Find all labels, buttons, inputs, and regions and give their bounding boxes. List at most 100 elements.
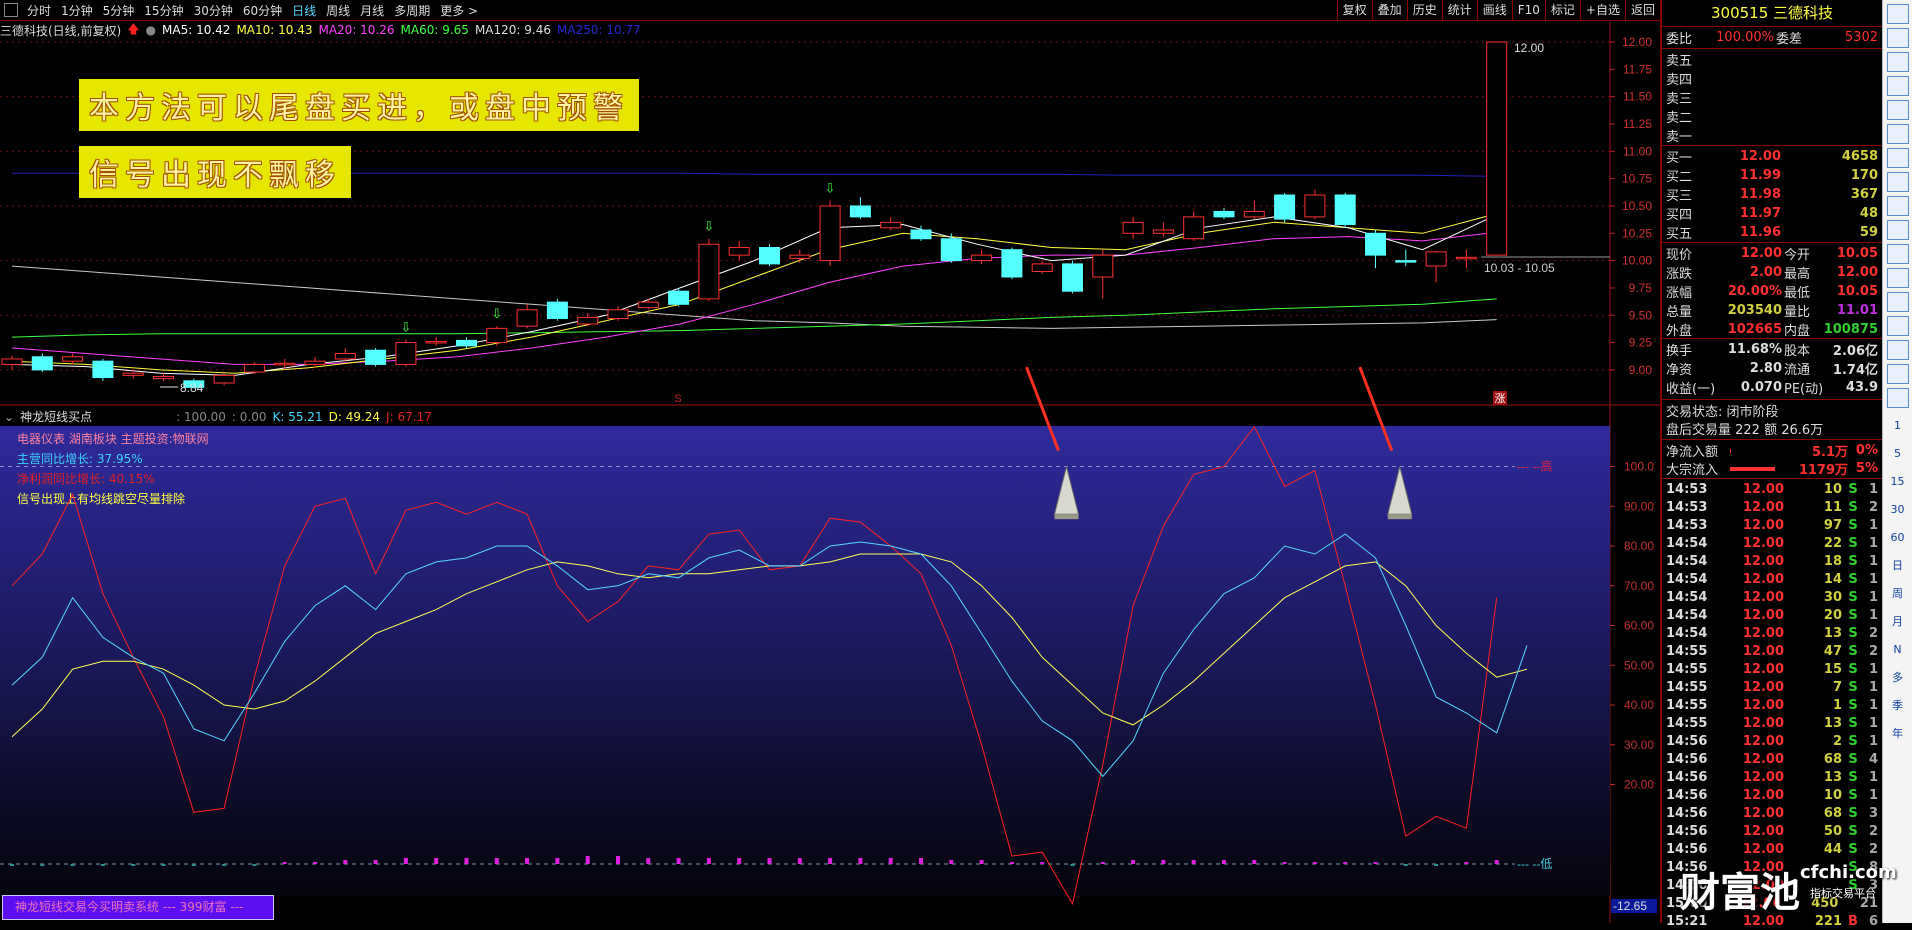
- price-tick-label: 12.00: [1622, 35, 1652, 49]
- toolbar-icon[interactable]: [1886, 172, 1909, 192]
- collapse-icon[interactable]: ⌄: [4, 410, 14, 424]
- stat-label: 外盘: [1666, 324, 1693, 339]
- trade-price: 12.00: [1742, 481, 1784, 497]
- period-shortcut[interactable]: 15: [1883, 468, 1912, 496]
- buy-price: 11.98: [1739, 187, 1781, 202]
- trade-side: S: [1848, 481, 1858, 497]
- period-tab[interactable]: 1分钟: [56, 2, 98, 19]
- function-buttons: 复权 叠加 历史 统计 画线 F10 标记 +自选 返回: [1336, 0, 1660, 21]
- toolbar-icon[interactable]: [1886, 4, 1909, 24]
- period-tab[interactable]: 60分钟: [238, 2, 287, 19]
- period-shortcut[interactable]: 5: [1883, 440, 1912, 468]
- indicator-header: ⌄ 神龙短线买点 : 100.00 : 0.00 K: 55.21 D: 49.…: [0, 407, 1610, 426]
- down-arrow-icon: ⇩: [703, 219, 714, 234]
- candle-body: [1122, 221, 1144, 234]
- trade-row: 14:56 12.00 68 S 3: [1666, 804, 1878, 822]
- toolbar-button[interactable]: 叠加: [1371, 0, 1407, 21]
- trade-side: S: [1848, 643, 1858, 659]
- trade-side: S: [1848, 769, 1858, 785]
- trade-side: S: [1848, 679, 1858, 695]
- period-tab[interactable]: 月线: [355, 2, 389, 19]
- panel-toggle-icon[interactable]: [4, 3, 18, 17]
- toolbar-icon[interactable]: [1886, 220, 1909, 240]
- candle: [456, 337, 477, 349]
- stat-value: 100875: [1823, 322, 1878, 337]
- period-tab[interactable]: 5分钟: [98, 2, 140, 19]
- period-shortcut[interactable]: 周: [1883, 580, 1912, 608]
- trade-price: 12.00: [1742, 553, 1784, 569]
- divider: [1662, 145, 1882, 146]
- period-shortcut[interactable]: 年: [1883, 720, 1912, 748]
- toolbar-icon[interactable]: [1886, 268, 1909, 288]
- trade-row: 14:53 12.00 97 S 1: [1666, 516, 1878, 534]
- trade-count: 2: [1868, 643, 1878, 659]
- trade-row: 14:56 12.00 2 S 1: [1666, 732, 1878, 750]
- toolbar-icon[interactable]: [1886, 196, 1909, 216]
- period-shortcut[interactable]: 30: [1883, 496, 1912, 524]
- toolbar-icon[interactable]: [1886, 124, 1909, 144]
- candle: [819, 200, 841, 267]
- divider: [1662, 399, 1882, 400]
- period-shortcut[interactable]: 1: [1883, 412, 1912, 440]
- toolbar-icon[interactable]: [1886, 364, 1909, 384]
- period-shortcut[interactable]: 60: [1883, 524, 1912, 552]
- period-tab[interactable]: 周线: [321, 2, 355, 19]
- toolbar-button[interactable]: +自选: [1579, 0, 1625, 21]
- toolbar-icon[interactable]: [1886, 244, 1909, 264]
- period-tab[interactable]: 15分钟: [139, 2, 188, 19]
- toolbar-icon[interactable]: [1886, 388, 1909, 408]
- period-shortcut[interactable]: N: [1883, 636, 1912, 664]
- divider: [1662, 242, 1882, 243]
- sell-level-row: 卖五: [1666, 50, 1878, 69]
- toolbar-icon[interactable]: [1886, 28, 1909, 48]
- period-tab[interactable]: 更多 >: [435, 2, 483, 19]
- candle: [425, 337, 447, 346]
- period-shortcut[interactable]: 日: [1883, 552, 1912, 580]
- period-shortcut[interactable]: 多: [1883, 664, 1912, 692]
- candle: [62, 353, 84, 365]
- trade-side: B: [1848, 913, 1858, 929]
- candle-body: [577, 316, 599, 325]
- settings-circle-icon[interactable]: ●: [146, 23, 156, 37]
- period-tab[interactable]: 分时: [22, 2, 56, 19]
- trade-side: S: [1848, 661, 1858, 677]
- ma60-value: MA60: 9.65: [400, 23, 469, 37]
- divider: [1662, 26, 1882, 27]
- toolbar-icon[interactable]: [1886, 100, 1909, 120]
- toolbar-button[interactable]: 画线: [1476, 0, 1512, 21]
- toolbar-icon[interactable]: [1886, 292, 1909, 312]
- toolbar-button[interactable]: 标记: [1544, 0, 1580, 21]
- system-title-button[interactable]: 神龙短线交易今买明卖系统 --- 399财富 ---: [2, 895, 274, 920]
- trade-volume: 11: [1823, 499, 1842, 515]
- indicator-panel[interactable]: 电器仪表 湖南板块 主题投资:物联网 主营同比增长: 37.95% 净利润同比增…: [0, 426, 1610, 896]
- watermark-brand: 财富池: [1680, 870, 1800, 916]
- toolbar-button[interactable]: F10: [1511, 0, 1545, 21]
- trade-row: 14:54 12.00 30 S 1: [1666, 588, 1878, 606]
- period-tab[interactable]: 日线: [287, 2, 321, 19]
- quote-panel: 300515 三德科技 委比 100.00% 委差 5302 卖五 卖四 卖三 卖二 卖一 买一 12…: [1660, 0, 1882, 929]
- toolbar-button[interactable]: 复权: [1336, 0, 1372, 21]
- period-shortcut[interactable]: 季: [1883, 692, 1912, 720]
- trade-time: 14:53: [1666, 499, 1708, 515]
- toolbar-button[interactable]: 返回: [1624, 0, 1660, 21]
- candle: [1031, 260, 1053, 274]
- trade-volume: 20: [1823, 607, 1842, 623]
- toolbar-icon[interactable]: [1886, 52, 1909, 72]
- trade-count: 2: [1868, 499, 1878, 515]
- toolbar-button[interactable]: 历史: [1406, 0, 1442, 21]
- ma5-value: MA5: 10.42: [162, 23, 231, 37]
- trade-volume: 13: [1823, 769, 1842, 785]
- period-shortcut[interactable]: 月: [1883, 608, 1912, 636]
- period-tab[interactable]: 30分钟: [189, 2, 238, 19]
- buy-volume: 367: [1850, 187, 1878, 202]
- candle-body: [789, 254, 811, 259]
- toolbar-icon[interactable]: [1886, 340, 1909, 360]
- period-toolbar: 分时 1分钟 5分钟 15分钟 30分钟 60分钟 日线 周线 月线 多周期 更多 > 复权 叠加 历史…: [0, 0, 1660, 21]
- toolbar-icon[interactable]: [1886, 316, 1909, 336]
- trade-volume: 14: [1823, 571, 1842, 587]
- stat-label: 现价: [1666, 248, 1693, 263]
- toolbar-icon[interactable]: [1886, 76, 1909, 96]
- toolbar-button[interactable]: 统计: [1441, 0, 1477, 21]
- period-tab[interactable]: 多周期: [389, 2, 435, 19]
- toolbar-icon[interactable]: [1886, 148, 1909, 168]
